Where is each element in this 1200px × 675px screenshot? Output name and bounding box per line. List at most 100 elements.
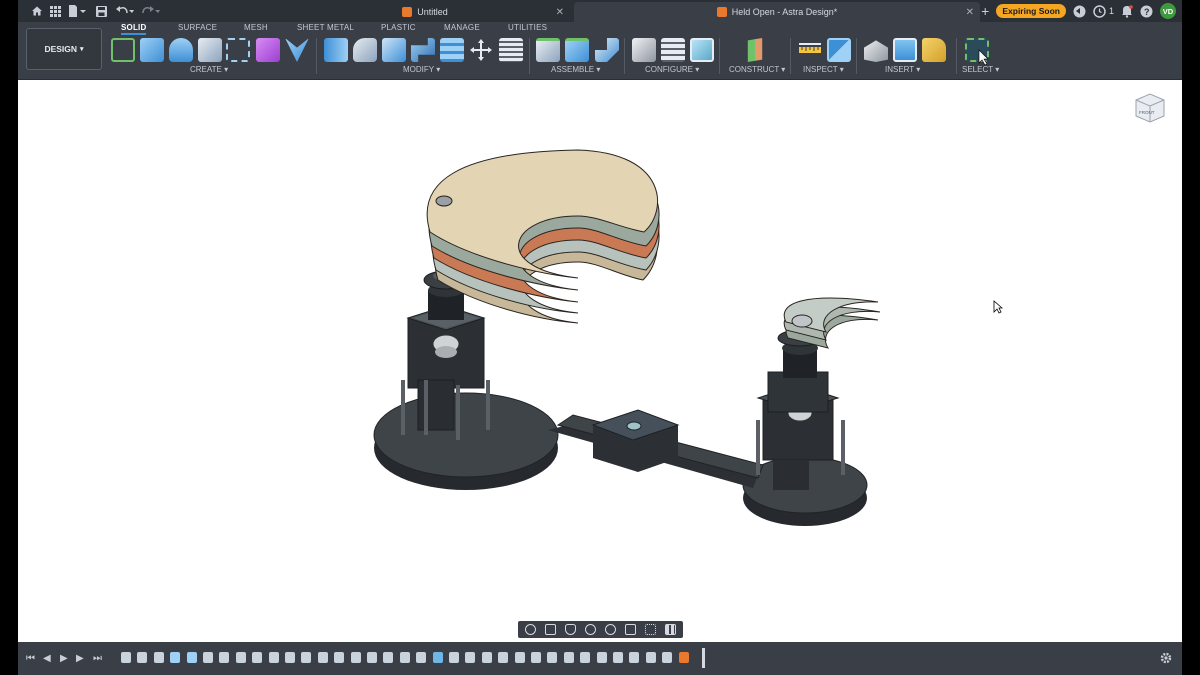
timeline-feature-icon[interactable] [121,652,131,663]
gear-icon[interactable] [1160,652,1172,664]
revolve-icon[interactable] [169,38,193,62]
timeline-feature-icon[interactable] [465,652,476,663]
tab-plastic[interactable]: PLASTIC [381,23,416,32]
insert-mesh-icon[interactable] [922,38,946,62]
help-icon[interactable]: ? [1140,5,1153,18]
tab-mesh[interactable]: MESH [244,23,268,32]
new-component-icon[interactable] [536,38,560,62]
configure-body-icon[interactable] [632,38,656,62]
go-to-end-icon[interactable]: ⏭ [93,653,102,664]
timeline-feature-icon[interactable] [662,652,673,663]
tab-sheet-metal[interactable]: SHEET METAL [297,23,354,32]
timeline-feature-icon[interactable] [498,652,509,663]
section-analysis-icon[interactable] [827,38,851,62]
move-copy-icon[interactable] [469,38,493,62]
shell-icon[interactable] [382,38,406,62]
combine-icon[interactable] [411,38,435,62]
close-tab-icon[interactable]: ✕ [556,7,564,18]
canvas-viewport[interactable]: FRONT [18,80,1182,642]
timeline-feature-icon[interactable] [186,652,197,663]
zoom-icon[interactable] [585,624,597,635]
as-built-joint-icon[interactable] [595,38,619,62]
tab-untitled[interactable]: Untitled ✕ [280,2,570,22]
viewports-icon[interactable] [664,624,676,635]
redo-icon[interactable] [138,0,164,22]
undo-icon[interactable] [112,0,138,22]
timeline-feature-icon[interactable] [596,652,607,663]
fit-icon[interactable] [604,624,616,635]
configure-theme-icon[interactable] [690,38,714,62]
new-tab-icon[interactable]: + [981,3,989,19]
timeline-feature-icon[interactable] [613,652,623,663]
align-icon[interactable] [499,38,523,62]
timeline-feature-icon[interactable] [383,652,394,663]
timeline-feature-icon[interactable] [580,652,591,663]
workspace-switcher-button[interactable]: DESIGN ▾ [26,28,102,70]
timeline-feature-icon[interactable] [449,652,459,663]
step-back-icon[interactable]: ◀ [43,653,51,664]
insert-derive-icon[interactable] [864,40,888,62]
timeline-feature-icon[interactable] [137,652,148,663]
timeline-feature-icon[interactable] [514,652,525,663]
look-at-icon[interactable] [545,624,557,635]
timeline-feature-icon[interactable] [547,652,558,663]
timeline-feature-icon[interactable] [563,652,574,663]
file-menu-icon[interactable] [64,0,90,22]
create-sketch-icon[interactable] [111,38,135,62]
timeline-feature-icon[interactable] [268,652,279,663]
view-cube[interactable]: FRONT [1132,90,1168,126]
hole-icon[interactable] [198,38,222,62]
construct-group-label[interactable]: CONSTRUCT ▾ [729,65,785,74]
expiring-soon-badge[interactable]: Expiring Soon [996,4,1066,18]
close-tab-icon[interactable]: ✕ [966,7,974,18]
display-settings-icon[interactable] [624,624,636,635]
timeline-feature-icon[interactable] [367,652,377,663]
insert-group-label[interactable]: INSERT ▾ [885,65,920,74]
timeline-feature-icon[interactable] [334,652,345,663]
offset-plane-icon[interactable] [747,38,763,62]
timeline-feature-icon[interactable] [301,652,312,663]
grid-settings-icon[interactable] [644,624,656,635]
timeline-feature-icon[interactable] [285,652,295,663]
tab-manage[interactable]: MANAGE [444,23,480,32]
fusion-y-icon[interactable] [285,38,309,62]
select-group-label[interactable]: SELECT ▾ [962,65,999,74]
create-group-label[interactable]: CREATE ▾ [190,65,228,74]
configure-group-label[interactable]: CONFIGURE ▾ [645,65,699,74]
measure-icon[interactable] [798,38,822,62]
timeline-feature-icon[interactable] [629,652,640,663]
joint-icon[interactable] [565,38,589,62]
tab-solid[interactable]: SOLID [121,23,147,35]
assemble-group-label[interactable]: ASSEMBLE ▾ [551,65,600,74]
timeline-feature-icon[interactable] [170,652,181,663]
save-icon[interactable] [90,0,112,22]
modify-group-label[interactable]: MODIFY ▾ [403,65,440,74]
timeline-feature-icon[interactable] [678,652,689,663]
avatar[interactable]: VD [1160,3,1176,19]
create-form-icon[interactable] [256,38,280,62]
extrude-icon[interactable] [140,38,164,62]
fillet-icon[interactable] [353,38,377,62]
tab-held-open[interactable]: Held Open - Astra Design* ✕ [574,2,980,22]
timeline-feature-icon[interactable] [252,652,263,663]
timeline-feature-icon[interactable] [645,652,656,663]
timeline-feature-icon[interactable] [203,652,213,663]
3d-model-render[interactable] [18,80,1182,642]
press-pull-icon[interactable] [324,38,348,62]
configuration-table-icon[interactable] [661,38,685,62]
extensions-icon[interactable] [1073,5,1086,18]
timeline-feature-icon[interactable] [350,652,361,663]
timeline-feature-icon[interactable] [153,652,164,663]
select-window-icon[interactable] [965,38,989,66]
bell-icon[interactable] [1121,4,1133,18]
tab-utilities[interactable]: UTILITIES [508,23,547,32]
pattern-icon[interactable] [226,38,250,62]
canvas-image-icon[interactable] [893,38,917,62]
timeline-feature-icon[interactable] [399,652,410,663]
timeline-feature-icon[interactable] [235,652,246,663]
timeline-feature-icon[interactable] [219,652,230,663]
split-body-icon[interactable] [440,38,464,62]
job-status[interactable]: 1 [1093,4,1114,18]
play-icon[interactable]: ▶ [60,653,68,664]
tab-surface[interactable]: SURFACE [178,23,217,32]
